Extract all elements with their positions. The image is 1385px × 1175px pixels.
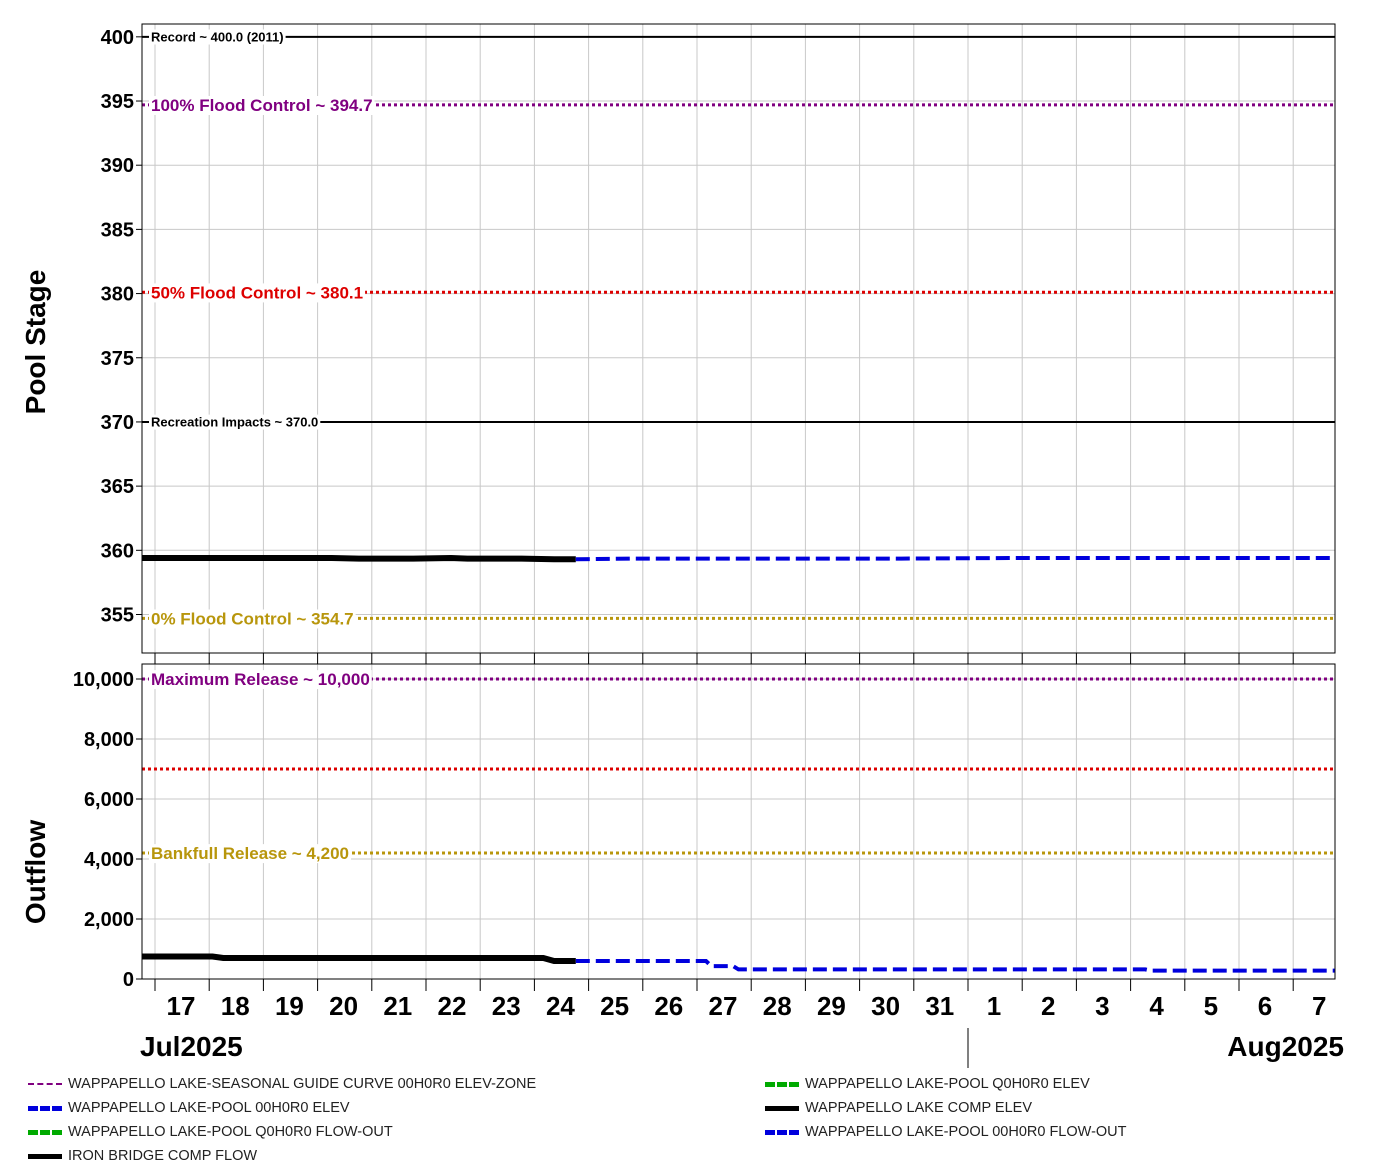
x-tick-label: 24 [546,991,575,1021]
y-tick-label: 6,000 [84,789,134,811]
x-tick-label: 4 [1149,991,1164,1021]
legend-swatch [28,1153,62,1159]
y-tick-label: 375 [101,348,134,370]
series-line [142,554,576,563]
y-tick-label: 370 [101,412,134,434]
x-tick-label: 5 [1204,991,1218,1021]
month-label-aug: Aug2025 [1227,1031,1344,1062]
x-tick-label: 26 [654,991,683,1021]
y-tick-label: 2,000 [84,909,134,931]
x-tick-label: 20 [329,991,358,1021]
x-tick-label: 21 [383,991,412,1021]
x-tick-label: 19 [275,991,304,1021]
x-axis: 17 18 19 20 21 22 23 24 25 26 27 28 29 30 31 1 2 3 4 5 6 7Jul… [140,991,1344,1068]
x-tick-label: 22 [438,991,467,1021]
x-tick-label: 27 [709,991,738,1021]
legend-item: WAPPAPELLO LAKE-POOL Q0H0R0 ELEV [765,1074,1090,1094]
y-tick-label: 360 [101,540,134,562]
hydrograph-chart: 355360365370375380385390395400 Record ~ 4… [20,23,1344,1068]
legend-swatch [765,1081,799,1087]
legend-swatch [765,1105,799,1111]
legend-item: WAPPAPELLO LAKE COMP ELEV [765,1098,1032,1118]
reference-line-label: Record ~ 400.0 (2011) [151,30,284,45]
x-tick-label: 17 [167,991,196,1021]
legend-item: WAPPAPELLO LAKE-POOL Q0H0R0 FLOW-OUT [28,1122,393,1142]
legend-label: WAPPAPELLO LAKE-SEASONAL GUIDE CURVE 00H… [68,1076,537,1092]
y-tick-label: 0 [123,969,134,991]
legend-label: IRON BRIDGE COMP FLOW [68,1148,258,1164]
x-tick-label: 23 [492,991,521,1021]
legend-item: WAPPAPELLO LAKE-POOL 00H0R0 FLOW-OUT [765,1122,1127,1142]
outflow-panel: 0 2,000 4,000 6,000 8,000 10,000 Maximum Relea… [20,663,1336,991]
y-axis-title: Pool Stage [20,270,51,415]
y-tick-label: 380 [101,284,134,306]
reference-line-label: Recreation Impacts ~ 370.0 [151,415,318,430]
y-tick-label: 365 [101,476,134,498]
reference-line-label: 50% Flood Control ~ 380.1 [151,283,363,302]
x-tick-label: 3 [1095,991,1109,1021]
y-tick-label: 390 [101,155,134,177]
legend-label: WAPPAPELLO LAKE-POOL 00H0R0 ELEV [68,1100,350,1116]
x-tick-label: 2 [1041,991,1055,1021]
legend-item: WAPPAPELLO LAKE-POOL 00H0R0 ELEV [28,1098,350,1118]
legend-label: WAPPAPELLO LAKE-POOL 00H0R0 FLOW-OUT [805,1124,1127,1140]
x-tick-label: 6 [1258,991,1272,1021]
x-tick-label: 31 [925,991,954,1021]
reference-line-label: Maximum Release ~ 10,000 [151,670,370,689]
legend-label: WAPPAPELLO LAKE COMP ELEV [805,1100,1032,1116]
reference-line-label: 100% Flood Control ~ 394.7 [151,96,373,115]
legend-swatch [28,1083,62,1085]
y-tick-label: 10,000 [73,669,134,691]
x-tick-label: 1 [987,991,1001,1021]
pool-stage-panel: 355 360 365 370 375 380 385 390 395 400 Record ~ 4… [20,23,1336,665]
y-tick-label: 4,000 [84,849,134,871]
legend-label: WAPPAPELLO LAKE-POOL Q0H0R0 FLOW-OUT [68,1124,393,1140]
x-tick-label: 30 [871,991,900,1021]
legend-label: WAPPAPELLO LAKE-POOL Q0H0R0 ELEV [805,1076,1090,1092]
x-tick-label: 7 [1312,991,1326,1021]
x-tick-label: 29 [817,991,846,1021]
reference-line-label: Bankfull Release ~ 4,200 [151,844,349,863]
x-tick-label: 18 [221,991,250,1021]
y-axis-title: Outflow [20,820,51,924]
plot-area [142,664,1335,979]
legend-swatch [28,1129,62,1135]
legend-swatch [765,1129,799,1135]
legend-swatch [28,1105,62,1111]
reference-line-label: 0% Flood Control ~ 354.7 [151,609,354,628]
y-tick-label: 355 [101,604,134,626]
y-tick-label: 395 [101,91,134,113]
x-tick-label: 28 [763,991,792,1021]
x-tick-label: 25 [600,991,629,1021]
y-tick-label: 8,000 [84,729,134,751]
legend-item: WAPPAPELLO LAKE-SEASONAL GUIDE CURVE 00H… [28,1074,536,1094]
y-tick-label: 385 [101,219,134,241]
legend-item: IRON BRIDGE COMP FLOW [28,1146,257,1166]
y-tick-label: 400 [101,27,134,49]
legend: WAPPAPELLO LAKE-SEASONAL GUIDE CURVE 00H… [0,1072,1385,1172]
month-label-jul: Jul2025 [140,1031,243,1062]
